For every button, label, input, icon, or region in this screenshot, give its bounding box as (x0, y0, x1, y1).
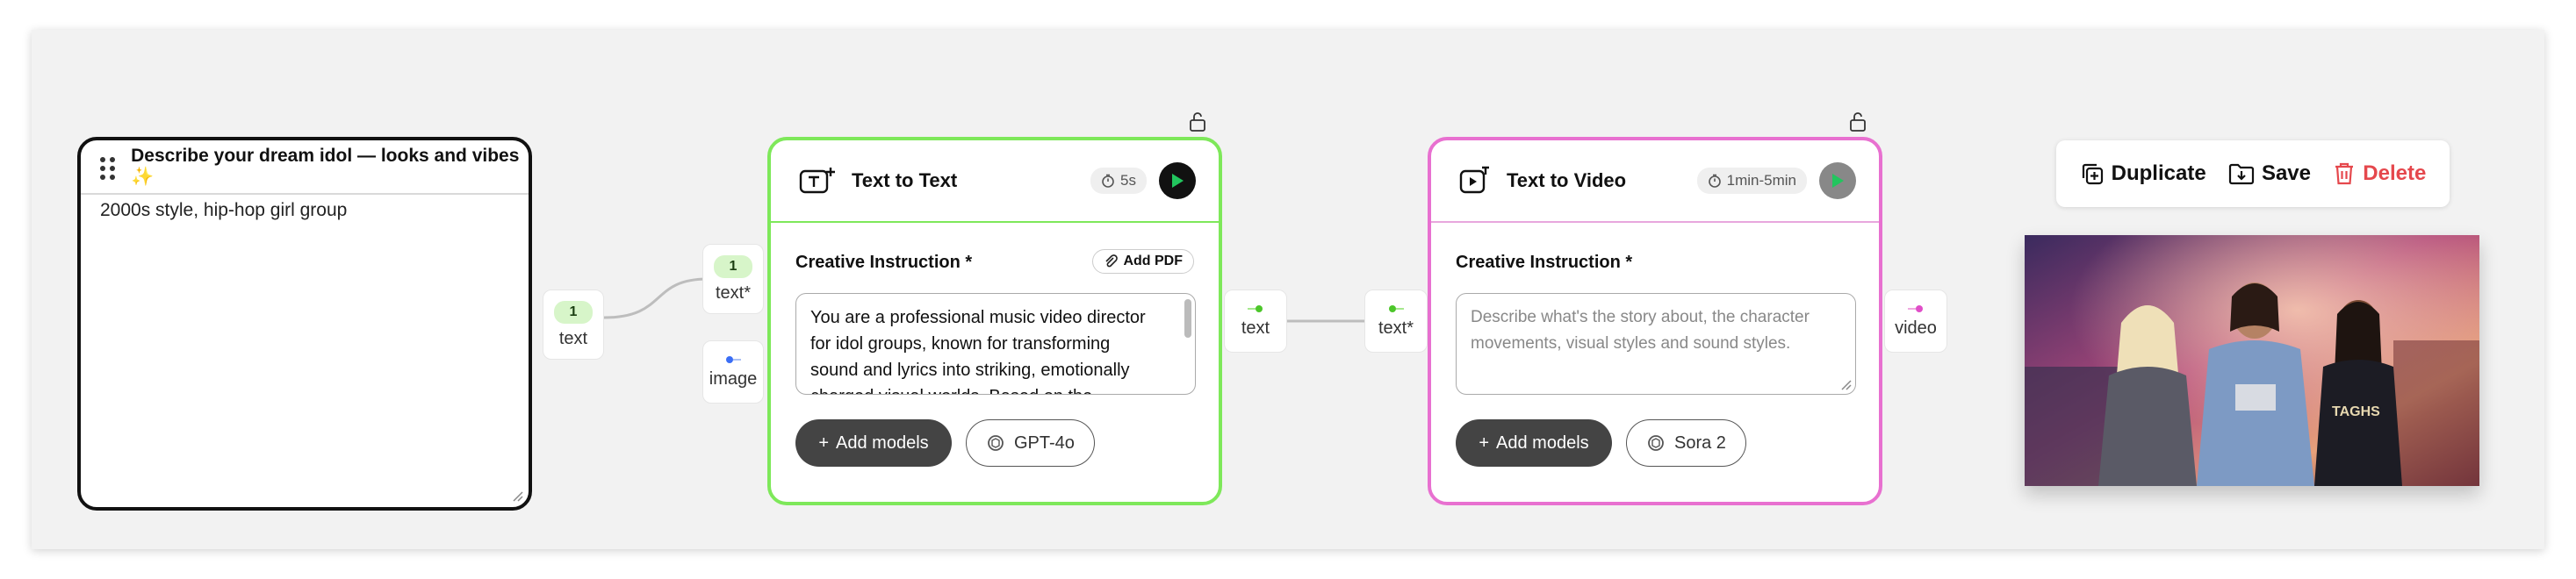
plus-icon: + (1479, 432, 1490, 453)
openai-icon (1648, 435, 1664, 451)
textarea-scrollbar[interactable] (1184, 299, 1191, 338)
play-icon (1832, 174, 1844, 188)
field-label: Creative Instruction * (795, 253, 973, 272)
idol-card-title: Describe your dream idol — looks and vib… (131, 146, 520, 187)
idol-group-preview-image: TAGHS (2025, 235, 2479, 486)
delete-button[interactable]: Delete (2333, 161, 2426, 186)
prompt-line: You are a professional music video direc… (810, 308, 1146, 327)
node-title: Text to Text (852, 169, 958, 191)
unlock-icon[interactable] (1849, 112, 1867, 132)
text-to-video-node[interactable]: Text to Video 1min-5min Creative Instruc… (1428, 137, 1882, 505)
creative-instruction-textarea[interactable]: You are a professional music video direc… (795, 293, 1196, 395)
run-button[interactable] (1159, 162, 1196, 199)
video-preview-thumbnail[interactable]: TAGHS (2025, 235, 2479, 486)
model-chip-sora-2[interactable]: Sora 2 (1626, 419, 1746, 467)
port-label: image (709, 368, 758, 389)
idol-output-port[interactable]: 1 text (543, 290, 604, 360)
node-header: Text to Text 5s (771, 140, 1219, 223)
sparkle-icon: ✨ (131, 167, 155, 187)
port-count-badge: 1 (714, 254, 752, 278)
play-icon (1172, 174, 1184, 188)
image-port-dot-icon (726, 355, 741, 363)
unlock-icon[interactable] (1189, 112, 1206, 132)
model-chip-gpt-4o[interactable]: GPT-4o (966, 419, 1095, 467)
duration-text: 5s (1120, 172, 1136, 189)
timer-icon (1102, 174, 1114, 188)
text-port-dot-icon (1248, 304, 1263, 312)
trash-icon (2335, 162, 2354, 185)
port-label: text* (1378, 318, 1414, 338)
add-pdf-button[interactable]: Add PDF (1092, 249, 1194, 274)
text-to-video-icon (1459, 166, 1489, 194)
add-models-button[interactable]: + Add models (1456, 419, 1612, 467)
prompt-line: for idol groups, known for transforming (810, 334, 1111, 354)
timer-icon (1708, 174, 1721, 188)
svg-text:TAGHS: TAGHS (2332, 404, 2380, 419)
idol-description-text[interactable]: 2000s style, hip-hop girl group (100, 200, 347, 221)
paperclip-icon (1105, 254, 1119, 268)
prompt-line: charged visual worlds. Based on the (810, 383, 1181, 394)
port-label: video (1895, 318, 1937, 338)
text-to-text-output-port[interactable]: text (1224, 290, 1287, 353)
creative-instruction-textarea[interactable]: Describe what's the story about, the cha… (1456, 293, 1856, 395)
placeholder-line: Describe what's the story about, the cha… (1471, 308, 1810, 326)
placeholder-line: movements, visual styles and sound style… (1471, 334, 1791, 353)
plus-icon: + (818, 432, 830, 453)
add-models-button[interactable]: + Add models (795, 419, 952, 467)
drag-handle-icon[interactable] (100, 157, 117, 180)
run-button[interactable] (1819, 162, 1856, 199)
text-to-text-input-image-port[interactable]: image (702, 340, 764, 404)
openai-icon (988, 435, 1004, 451)
duration-pill: 1min-5min (1696, 168, 1807, 194)
text-to-video-output-port[interactable]: video (1884, 290, 1947, 353)
node-title: Text to Video (1507, 169, 1627, 191)
duration-text: 1min-5min (1726, 172, 1796, 189)
port-label: text* (715, 282, 752, 303)
folder-save-icon (2228, 163, 2255, 185)
save-button[interactable]: Save (2228, 161, 2311, 186)
duplicate-button[interactable]: Duplicate (2080, 161, 2206, 186)
prompt-line: sound and lyrics into striking, emotiona… (810, 361, 1130, 380)
idol-card-header: Describe your dream idol — looks and vib… (81, 140, 529, 195)
node-actions-toolbar: Duplicate Save Delete (2056, 140, 2450, 207)
resize-handle-icon[interactable] (1839, 378, 1852, 390)
text-to-text-input-text-port[interactable]: 1 text* (702, 244, 764, 314)
text-to-video-input-port[interactable]: text* (1364, 290, 1428, 353)
port-label: text (1241, 318, 1270, 338)
connector-idol-to-text (603, 277, 709, 319)
text-to-text-icon (799, 168, 835, 194)
duration-pill: 5s (1090, 168, 1147, 194)
text-port-dot-icon (1389, 304, 1404, 312)
port-label: text (558, 328, 588, 348)
video-port-dot-icon (1908, 304, 1923, 312)
text-to-text-node[interactable]: Text to Text 5s Creative Instruction * A… (767, 137, 1222, 505)
idol-description-card[interactable]: Describe your dream idol — looks and vib… (77, 137, 532, 511)
field-label: Creative Instruction * (1456, 253, 1633, 272)
duplicate-icon (2082, 163, 2103, 185)
resize-handle-icon[interactable] (511, 490, 523, 502)
node-header: Text to Video 1min-5min (1431, 140, 1879, 223)
port-count-badge: 1 (554, 300, 593, 324)
